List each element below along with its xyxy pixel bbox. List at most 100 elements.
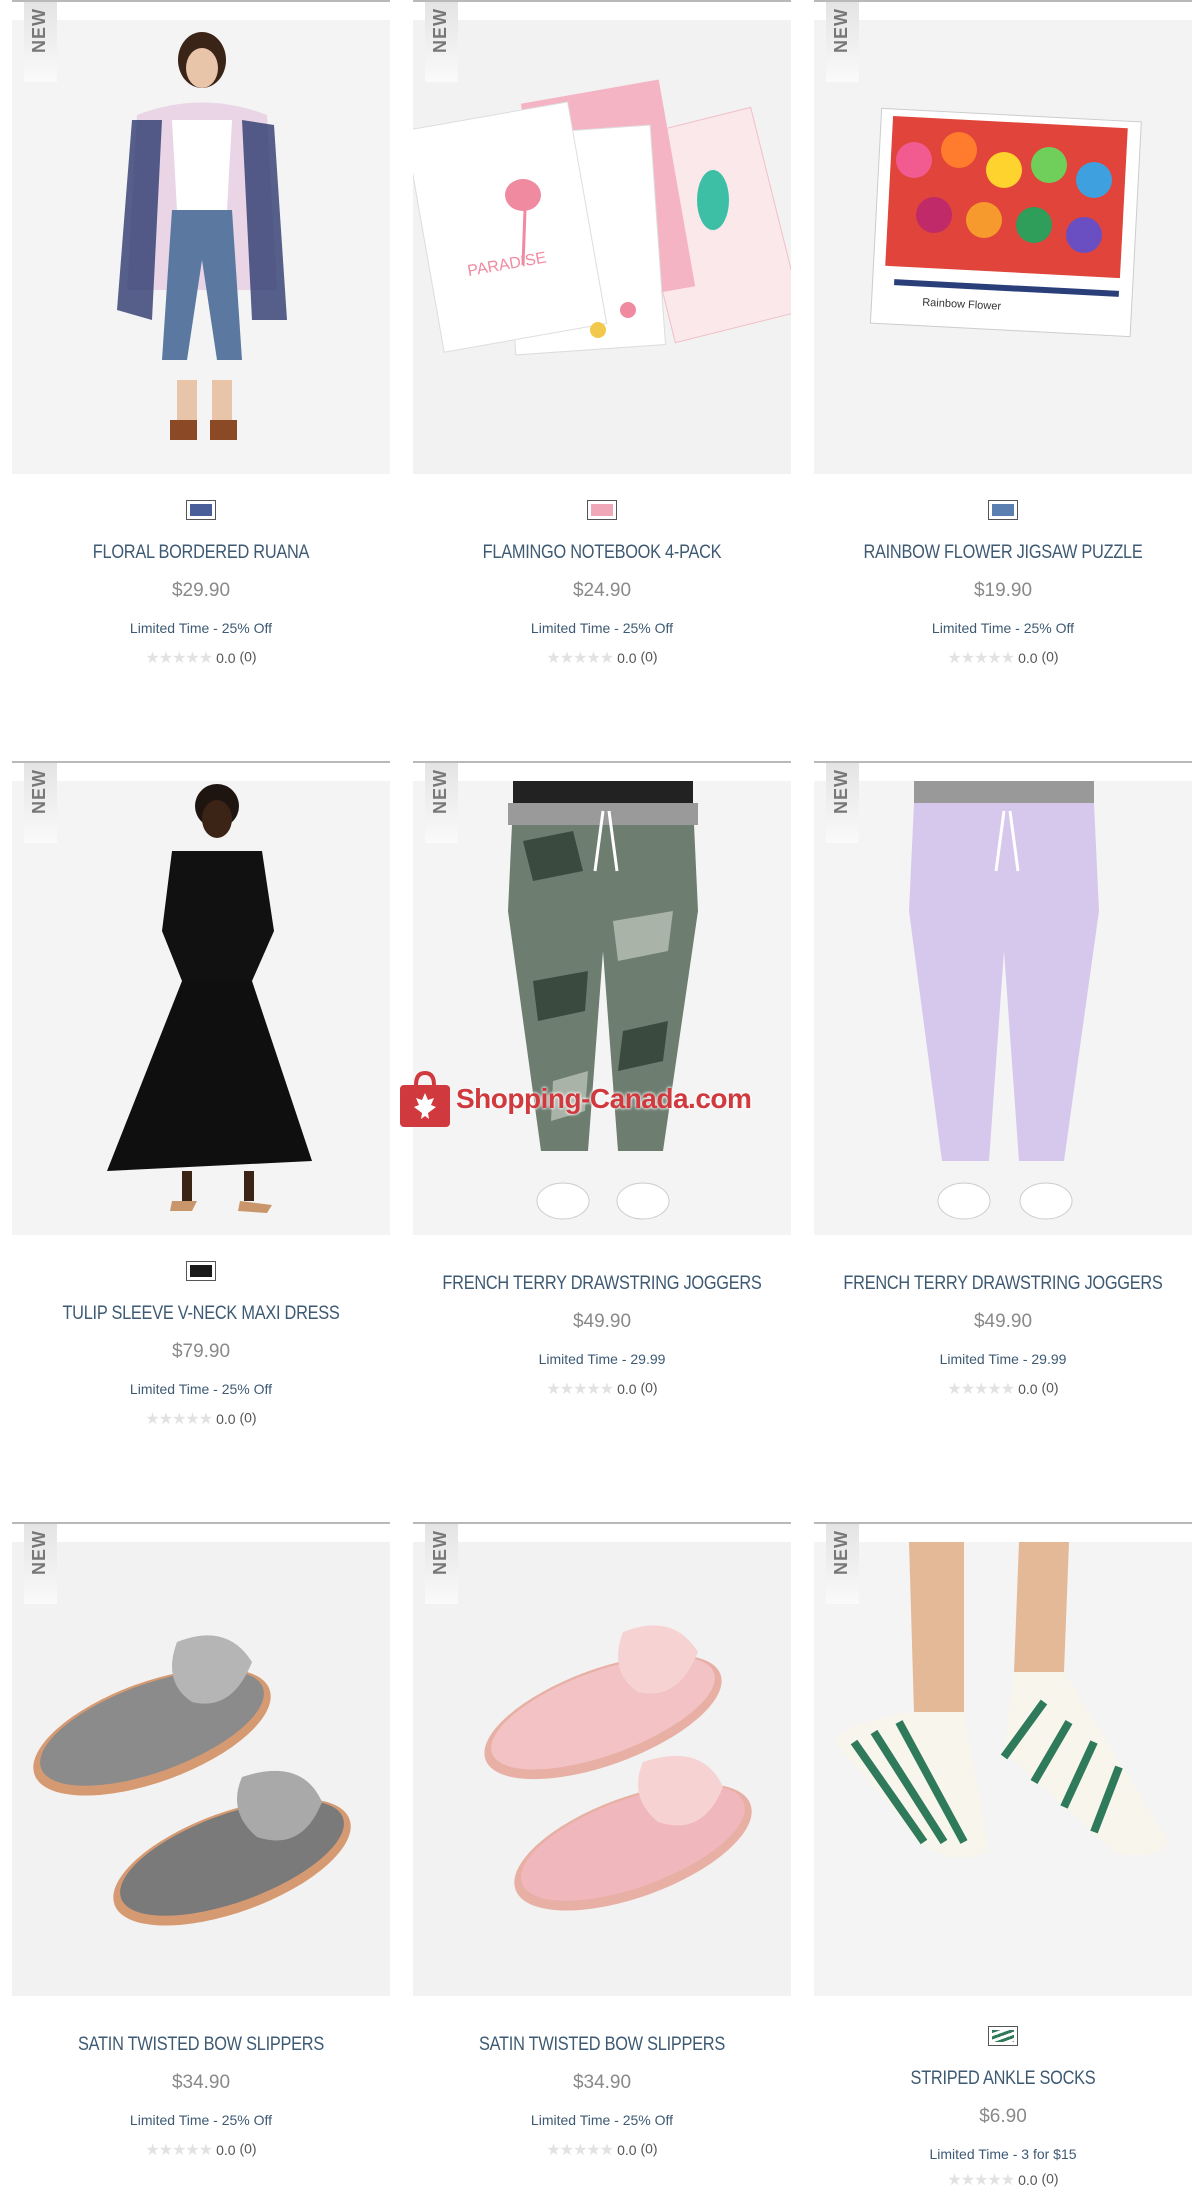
promo-text: Limited Time - 3 for $15 — [929, 2146, 1077, 2162]
product-name[interactable]: FLORAL BORDERED RUANA — [38, 542, 363, 564]
review-count: (0) — [1041, 2170, 1059, 2187]
product-image[interactable] — [12, 781, 390, 1235]
review-count: (0) — [1041, 1379, 1059, 1396]
card-divider — [413, 0, 791, 2]
new-badge: NEW — [826, 2, 859, 82]
new-badge: NEW — [24, 763, 57, 843]
review-count: (0) — [239, 2140, 257, 2157]
product-image[interactable] — [814, 1542, 1192, 1996]
card-divider — [814, 1522, 1192, 1524]
rating-value: 0.0 — [216, 2142, 236, 2158]
product-card[interactable]: NEW SATIN TWISTED BOW SLIPPERS $34.90 Li… — [413, 1522, 791, 2201]
star-rating-icon: ★★★★★ — [947, 650, 1015, 667]
product-card[interactable]: NEW Rainbow Flower RAINBOW FLOWER JIGSAW… — [814, 0, 1192, 740]
review-count: (0) — [1041, 648, 1059, 665]
promo-text: Limited Time - 25% Off — [530, 620, 674, 636]
rating: ★★★★★ 0.0 (0) — [12, 2140, 390, 2160]
rating: ★★★★★ 0.0 (0) — [12, 648, 390, 668]
card-divider — [814, 0, 1192, 2]
product-name[interactable]: SATIN TWISTED BOW SLIPPERS — [38, 2034, 363, 2056]
product-image[interactable]: Rainbow Flower — [814, 20, 1192, 474]
product-image[interactable] — [12, 1542, 390, 1996]
promo-text: Limited Time - 25% Off — [129, 2112, 273, 2128]
card-divider — [12, 761, 390, 763]
product-info: TULIP SLEEVE V-NECK MAXI DRESS $79.90 Li… — [12, 1261, 390, 1429]
product-card[interactable]: NEW PARADISE FLAMINGO NOTEBOOK 4-PACK $2… — [413, 0, 791, 740]
star-rating-icon: ★★★★★ — [546, 1381, 614, 1398]
product-name[interactable]: FLAMINGO NOTEBOOK 4-PACK — [439, 542, 764, 564]
product-image[interactable] — [814, 781, 1192, 1235]
product-price: $79.90 — [171, 1341, 231, 1362]
product-info: FLORAL BORDERED RUANA $29.90 Limited Tim… — [12, 500, 390, 668]
product-price: $29.90 — [171, 580, 231, 601]
rating-value: 0.0 — [617, 2142, 637, 2158]
review-count: (0) — [640, 2140, 658, 2157]
promo-text: Limited Time - 25% Off — [931, 620, 1075, 636]
star-rating-icon: ★★★★★ — [546, 2142, 614, 2159]
rating-value: 0.0 — [1018, 2172, 1038, 2188]
promo-text: Limited Time - 29.99 — [538, 1351, 666, 1367]
card-divider — [814, 761, 1192, 763]
color-swatch[interactable] — [587, 500, 617, 520]
review-count: (0) — [239, 648, 257, 665]
product-price: $24.90 — [572, 580, 632, 601]
rating-value: 0.0 — [216, 1411, 236, 1427]
product-price: $49.90 — [572, 1311, 632, 1332]
review-count: (0) — [640, 1379, 658, 1396]
product-price: $49.90 — [973, 1311, 1033, 1332]
promo-text: Limited Time - 29.99 — [939, 1351, 1067, 1367]
star-rating-icon: ★★★★★ — [947, 2172, 1015, 2189]
star-rating-icon: ★★★★★ — [145, 1411, 213, 1428]
watermark-text: Shopping-Canada.com — [456, 1083, 752, 1114]
product-row: NEW SATIN TWISTED BOW SLIPPERS $34.90 Li… — [0, 1522, 1200, 2201]
product-image[interactable]: PARADISE — [413, 20, 791, 474]
product-info: SATIN TWISTED BOW SLIPPERS $34.90 Limite… — [413, 2034, 791, 2160]
card-divider — [413, 1522, 791, 1524]
product-info: RAINBOW FLOWER JIGSAW PUZZLE $19.90 Limi… — [814, 500, 1192, 668]
product-name[interactable]: RAINBOW FLOWER JIGSAW PUZZLE — [840, 542, 1165, 564]
rating-value: 0.0 — [617, 650, 637, 666]
color-swatch[interactable] — [988, 2026, 1018, 2046]
product-info: FLAMINGO NOTEBOOK 4-PACK $24.90 Limited … — [413, 500, 791, 668]
rating: ★★★★★ 0.0 (0) — [814, 1379, 1192, 1399]
product-card[interactable]: NEW TULIP SLEEVE V-NECK MAXI DRESS $79.9… — [12, 761, 390, 1501]
product-name[interactable]: FRENCH TERRY DRAWSTRING JOGGERS — [439, 1273, 764, 1295]
card-divider — [12, 0, 390, 2]
product-image[interactable] — [413, 781, 791, 1235]
rating: ★★★★★ 0.0 (0) — [413, 2140, 791, 2160]
color-swatch[interactable] — [988, 500, 1018, 520]
review-count: (0) — [239, 1409, 257, 1426]
rating: ★★★★★ 0.0 (0) — [814, 2170, 1192, 2190]
product-row: NEW FLORAL BORDERED RUANA $29.90 Limited… — [0, 0, 1200, 761]
product-image[interactable] — [413, 1542, 791, 1996]
product-row: NEW TULIP SLEEVE V-NECK MAXI DRESS $79.9… — [0, 761, 1200, 1522]
rating-value: 0.0 — [1018, 1381, 1038, 1397]
product-price: $34.90 — [572, 2072, 632, 2093]
product-info: STRIPED ANKLE SOCKS $6.90 Limited Time -… — [814, 2022, 1192, 2190]
promo-text: Limited Time - 25% Off — [129, 620, 273, 636]
new-badge: NEW — [826, 1524, 859, 1604]
product-card[interactable]: NEW STRIPED ANKLE SOCKS $6.90 Limited Ti… — [814, 1522, 1192, 2201]
star-rating-icon: ★★★★★ — [546, 650, 614, 667]
color-swatch[interactable] — [186, 1261, 216, 1281]
promo-text: Limited Time - 25% Off — [530, 2112, 674, 2128]
product-name[interactable]: FRENCH TERRY DRAWSTRING JOGGERS — [840, 1273, 1165, 1295]
rating: ★★★★★ 0.0 (0) — [814, 648, 1192, 668]
color-swatch[interactable] — [186, 500, 216, 520]
product-card[interactable]: NEW FRENCH TERRY DRAWSTRING JOGGERS $49.… — [814, 761, 1192, 1501]
product-name[interactable]: STRIPED ANKLE SOCKS — [840, 2068, 1165, 2090]
product-card[interactable]: NEW SATIN TWISTED BOW SLIPPERS $34.90 Li… — [12, 1522, 390, 2201]
product-info: FRENCH TERRY DRAWSTRING JOGGERS $49.90 L… — [413, 1273, 791, 1399]
star-rating-icon: ★★★★★ — [145, 650, 213, 667]
rating: ★★★★★ 0.0 (0) — [413, 648, 791, 668]
watermark: Shopping-Canada.com — [398, 1063, 798, 1133]
new-badge: NEW — [24, 2, 57, 82]
product-card[interactable]: NEW FLORAL BORDERED RUANA $29.90 Limited… — [12, 0, 390, 740]
product-image[interactable] — [12, 20, 390, 474]
new-badge: NEW — [826, 763, 859, 843]
product-name[interactable]: SATIN TWISTED BOW SLIPPERS — [439, 2034, 764, 2056]
new-badge: NEW — [425, 1524, 458, 1604]
card-divider — [413, 761, 791, 763]
new-badge: NEW — [425, 2, 458, 82]
product-name[interactable]: TULIP SLEEVE V-NECK MAXI DRESS — [38, 1303, 363, 1325]
